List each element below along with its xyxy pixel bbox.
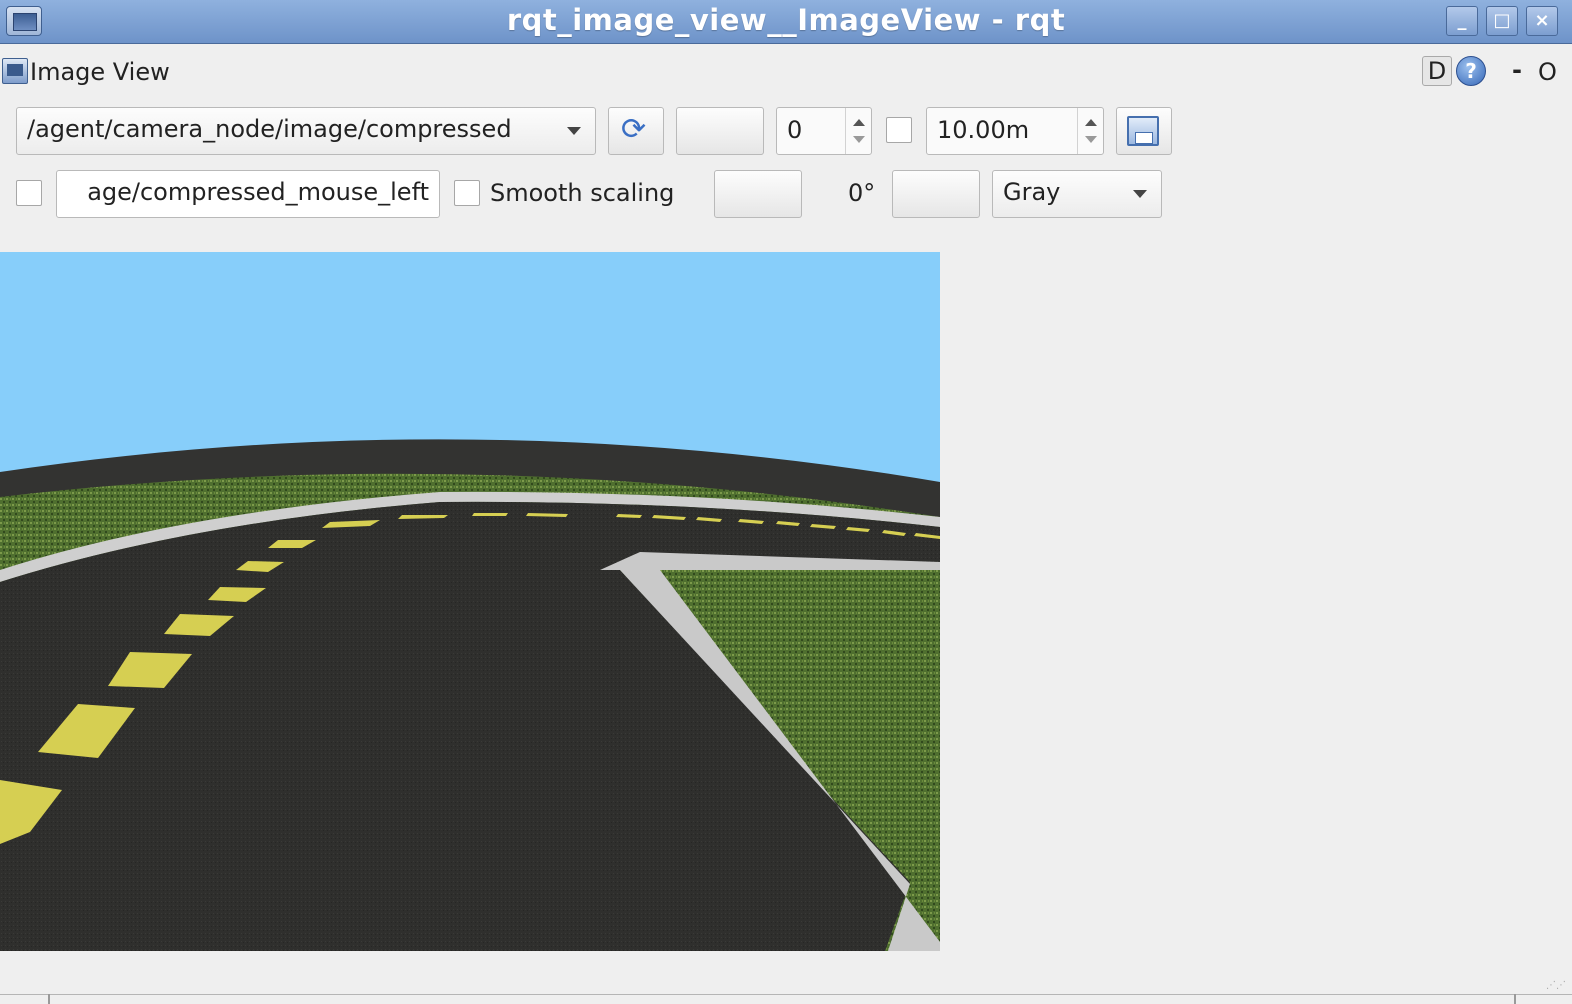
dynamic-range-checkbox[interactable]: [886, 117, 912, 143]
rotation-label: 0°: [848, 179, 876, 207]
mouse-topic-input[interactable]: age/compressed_mouse_left: [56, 170, 440, 218]
value-spinbox-value: 0: [787, 116, 803, 144]
dock-close-button[interactable]: O: [1538, 58, 1557, 86]
camera-image[interactable]: [0, 252, 940, 951]
maximize-button[interactable]: □: [1486, 6, 1518, 36]
max-range-value: 10.00m: [937, 116, 1030, 144]
chevron-down-icon: [1133, 190, 1147, 198]
smooth-scaling-checkbox[interactable]: [454, 180, 480, 206]
blank-button[interactable]: [676, 107, 764, 155]
minimize-button[interactable]: _: [1446, 6, 1478, 36]
camera-image-render: [0, 252, 940, 951]
smooth-scaling-label: Smooth scaling: [490, 179, 675, 207]
spin-up-icon[interactable]: [1085, 119, 1097, 126]
save-image-button[interactable]: [1116, 107, 1172, 155]
topic-combobox[interactable]: /agent/camera_node/image/compressed: [16, 107, 596, 155]
resize-grip-icon[interactable]: ⋰⋰: [1546, 980, 1566, 994]
refresh-topics-button[interactable]: ⟳: [608, 107, 664, 155]
spin-down-icon[interactable]: [853, 136, 865, 143]
color-scheme-combobox[interactable]: Gray: [992, 170, 1162, 218]
status-bar: [0, 994, 1572, 1004]
save-icon: [1127, 116, 1159, 146]
spin-down-icon[interactable]: [1085, 136, 1097, 143]
chevron-down-icon: [567, 127, 581, 135]
max-range-spinbox[interactable]: 10.00m: [926, 107, 1104, 155]
dock-title: Image View: [30, 58, 170, 86]
dock-d-button[interactable]: D: [1422, 56, 1452, 86]
rotate-left-button[interactable]: [714, 170, 802, 218]
topic-combobox-value: /agent/camera_node/image/compressed: [27, 115, 512, 143]
status-bar-separator: [48, 994, 50, 1004]
spinbox-arrows[interactable]: [1077, 108, 1103, 154]
color-scheme-value: Gray: [1003, 178, 1061, 206]
close-button[interactable]: ×: [1526, 6, 1558, 36]
value-spinbox[interactable]: 0: [776, 107, 872, 155]
dock-minimize-button[interactable]: -: [1512, 56, 1522, 84]
status-bar-separator: [1514, 994, 1516, 1004]
rotate-right-button[interactable]: [892, 170, 980, 218]
help-icon[interactable]: ?: [1456, 56, 1486, 86]
window-title: rqt_image_view__ImageView - rqt: [506, 3, 1066, 37]
spin-up-icon[interactable]: [853, 119, 865, 126]
title-bar: rqt_image_view__ImageView - rqt _ □ ×: [0, 0, 1572, 44]
image-view-icon: [2, 58, 28, 84]
dock-header: Image View D ? - O: [0, 54, 1572, 90]
publish-click-checkbox[interactable]: [16, 180, 42, 206]
refresh-icon: ⟳: [621, 112, 647, 147]
spinbox-arrows[interactable]: [845, 108, 871, 154]
mouse-topic-value: age/compressed_mouse_left: [87, 178, 429, 206]
